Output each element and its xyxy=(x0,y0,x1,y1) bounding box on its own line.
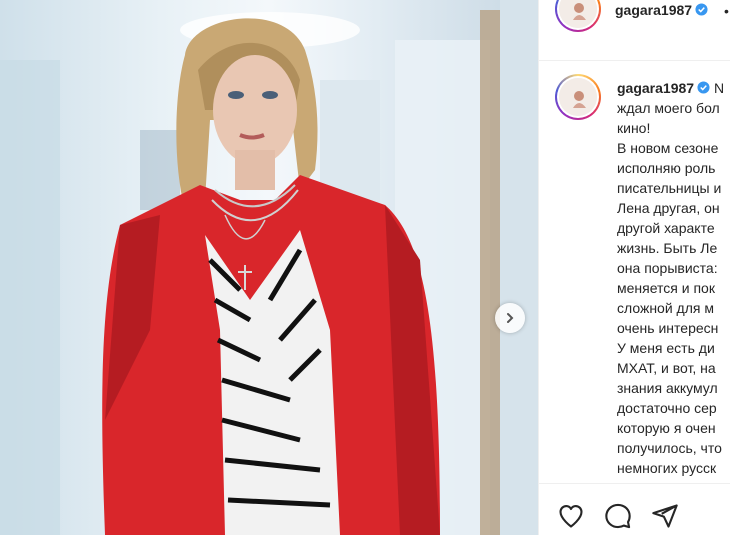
verified-badge-icon xyxy=(697,81,710,94)
caption-line: которую я очен xyxy=(617,420,716,436)
author-username-row: gagara1987 xyxy=(615,2,708,20)
caption-line: жизнь. Быть Ле xyxy=(617,240,718,256)
post-sidebar: gagara1987 • gagara1987 N ждал моего бол… xyxy=(538,0,730,536)
author-username[interactable]: gagara1987 xyxy=(615,2,692,18)
post-caption: gagara1987 N ждал моего бол кино! В ново… xyxy=(617,78,730,478)
caption-line: ждал моего бол xyxy=(617,100,720,116)
paper-plane-icon[interactable] xyxy=(651,502,679,530)
caption-line: исполняю роль xyxy=(617,160,716,176)
next-image-button[interactable] xyxy=(495,303,525,333)
caption-line: В новом сезоне xyxy=(617,140,719,156)
caption-line: писательницы и xyxy=(617,180,722,196)
avatar-image xyxy=(559,78,597,116)
chevron-right-icon xyxy=(507,313,514,323)
caption-line: другой характе xyxy=(617,220,715,236)
caption-line: МХАТ, и вот, на xyxy=(617,360,716,376)
comment-icon[interactable] xyxy=(604,502,632,530)
caption-line: меняется и пок xyxy=(617,280,715,296)
caption-line: У меня есть ди xyxy=(617,340,715,356)
post-actions xyxy=(539,483,730,536)
caption-line: она порывиста: xyxy=(617,260,718,276)
caption-line: достаточно сер xyxy=(617,400,717,416)
caption-first-letter: N xyxy=(713,80,725,96)
caption-username[interactable]: gagara1987 xyxy=(617,80,694,96)
caption-line: Лена другая, он xyxy=(617,200,720,216)
caption-line: очень интересн xyxy=(617,320,719,336)
post-header: gagara1987 • xyxy=(539,0,730,61)
avatar-image xyxy=(559,0,597,28)
post-photo[interactable] xyxy=(0,0,538,535)
caption-line: немногих русск xyxy=(617,460,717,476)
caption-line: знания аккумул xyxy=(617,380,718,396)
caption-line: кино! xyxy=(617,120,651,136)
author-avatar[interactable] xyxy=(555,0,601,32)
caption-line: получилось, что xyxy=(617,440,722,456)
caption-author-avatar[interactable] xyxy=(555,74,601,120)
photo-illustration xyxy=(0,0,538,535)
verified-badge-icon xyxy=(695,3,708,16)
caption-line: сложной для м xyxy=(617,300,714,316)
caption-first-line: gagara1987 N xyxy=(617,78,730,98)
heart-icon[interactable] xyxy=(557,502,585,530)
header-more-dot[interactable]: • xyxy=(724,3,729,19)
